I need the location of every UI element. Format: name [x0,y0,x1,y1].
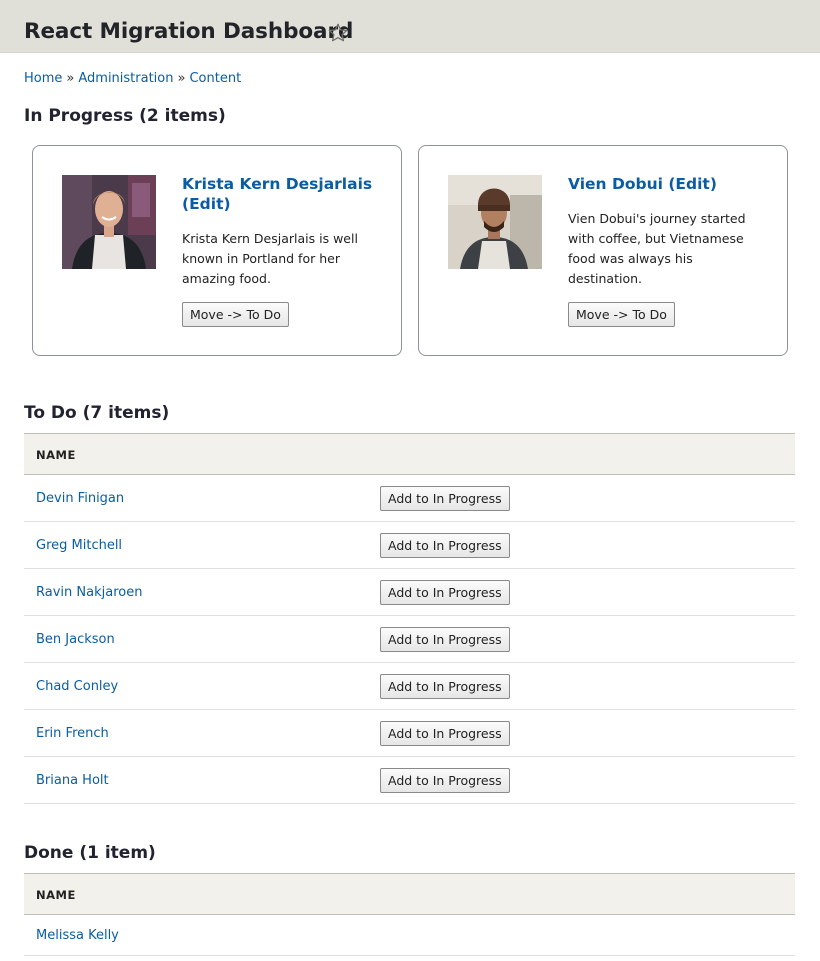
add-to-in-progress-button[interactable]: Add to In Progress [380,674,510,699]
page-header: React Migration Dashboard [0,0,820,53]
person-link[interactable]: Erin French [36,726,109,741]
chef-photo [448,175,542,269]
table-row: Erin French Add to In Progress [24,710,795,757]
table-row: Chad Conley Add to In Progress [24,663,795,710]
person-link[interactable]: Briana Holt [36,773,109,788]
todo-heading: To Do (7 items) [24,403,170,423]
table-row: Devin Finigan Add to In Progress [24,475,795,522]
add-to-in-progress-button[interactable]: Add to In Progress [380,580,510,605]
breadcrumb-administration[interactable]: Administration [78,71,173,86]
column-header-name: NAME [36,888,76,902]
column-header-name: NAME [36,448,76,462]
card-description: Vien Dobui's journey started with coffee… [568,211,746,286]
person-link[interactable]: Chad Conley [36,679,118,694]
chef-photo [62,175,156,269]
move-to-todo-button[interactable]: Move -> To Do [182,302,289,327]
add-to-in-progress-button[interactable]: Add to In Progress [380,486,510,511]
in-progress-heading: In Progress (2 items) [24,106,226,126]
add-to-in-progress-button[interactable]: Add to In Progress [380,721,510,746]
breadcrumb-separator: » [66,71,75,86]
in-progress-card: Vien Dobui (Edit) Vien Dobui's journey s… [418,145,788,356]
table-header: NAME [24,873,795,915]
person-link[interactable]: Greg Mitchell [36,538,122,553]
todo-table: NAME Devin Finigan Add to In Progress Gr… [24,433,795,804]
in-progress-card: Krista Kern Desjarlais (Edit) Krista Ker… [32,145,402,356]
breadcrumb-separator: » [177,71,186,86]
breadcrumb: Home» Administration» Content [24,71,241,86]
done-table: NAME Melissa Kelly [24,873,795,956]
breadcrumb-home[interactable]: Home [24,71,62,86]
add-to-in-progress-button[interactable]: Add to In Progress [380,533,510,558]
person-link[interactable]: Ben Jackson [36,632,115,647]
add-to-in-progress-button[interactable]: Add to In Progress [380,768,510,793]
person-link[interactable]: Devin Finigan [36,491,124,506]
person-link[interactable]: Ravin Nakjaroen [36,585,142,600]
person-link[interactable]: Melissa Kelly [36,928,119,943]
page-title: React Migration Dashboard [24,19,354,44]
table-header: NAME [24,433,795,475]
table-row: Melissa Kelly [24,915,795,956]
table-row: Ravin Nakjaroen Add to In Progress [24,569,795,616]
star-icon[interactable] [327,22,349,44]
table-row: Briana Holt Add to In Progress [24,757,795,804]
add-to-in-progress-button[interactable]: Add to In Progress [380,627,510,652]
move-to-todo-button[interactable]: Move -> To Do [568,302,675,327]
card-title-link[interactable]: Krista Kern Desjarlais (Edit) [182,174,382,214]
card-title-link[interactable]: Vien Dobui (Edit) [568,174,768,194]
done-heading: Done (1 item) [24,843,156,863]
table-row: Greg Mitchell Add to In Progress [24,522,795,569]
table-row: Ben Jackson Add to In Progress [24,616,795,663]
card-description: Krista Kern Desjarlais is well known in … [182,231,358,286]
breadcrumb-content[interactable]: Content [189,71,241,86]
